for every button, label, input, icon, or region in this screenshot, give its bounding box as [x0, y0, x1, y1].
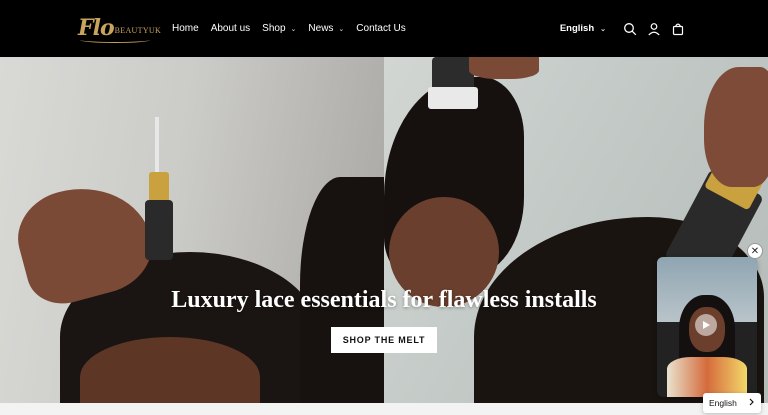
chevron-right-icon	[748, 398, 755, 408]
next-section-edge	[0, 403, 768, 415]
search-icon[interactable]	[618, 17, 642, 41]
floating-video-player[interactable]	[657, 257, 757, 397]
nav-home-label: Home	[172, 23, 199, 34]
close-icon[interactable]: ✕	[747, 243, 763, 259]
language-dropdown[interactable]: English ⌄	[560, 23, 606, 34]
main-nav: Home About us Shop ⌄ News ⌄ Contact Us	[172, 0, 412, 57]
hero-image-left	[0, 57, 390, 403]
bottle-cap-shape	[428, 87, 478, 109]
account-icon[interactable]	[642, 17, 666, 41]
hand-shape	[704, 67, 768, 187]
shop-the-melt-button[interactable]: SHOP THE MELT	[331, 327, 437, 353]
hero-title: Luxury lace essentials for flawless inst…	[171, 287, 597, 313]
logo-swoosh	[80, 37, 150, 43]
video-clothing-shape	[667, 357, 747, 397]
language-selector[interactable]: English	[703, 393, 761, 413]
header-actions: English ⌄	[560, 0, 690, 57]
nav-news-label: News	[308, 23, 334, 34]
bottle-shape	[145, 200, 173, 260]
site-header: Flo BEAUTYUK Home About us Shop ⌄ News ⌄ C…	[0, 0, 768, 57]
nav-contact-label: Contact Us	[356, 23, 406, 34]
cart-icon[interactable]	[666, 17, 690, 41]
nav-contact-us[interactable]: Contact Us	[350, 19, 411, 39]
language-selector-label: English	[709, 398, 737, 408]
nav-shop[interactable]: Shop ⌄	[256, 19, 302, 39]
dropper-shape	[155, 117, 159, 172]
nav-home[interactable]: Home	[172, 19, 205, 39]
hand-shape	[469, 57, 539, 79]
brand-logo[interactable]: Flo BEAUTYUK	[78, 13, 161, 43]
chevron-down-icon: ⌄	[600, 25, 606, 33]
nav-news[interactable]: News ⌄	[302, 19, 350, 39]
nav-about-us[interactable]: About us	[205, 19, 256, 39]
chevron-down-icon: ⌄	[290, 25, 297, 33]
bottle-cap-shape	[149, 172, 169, 202]
logo-subtext: BEAUTYUK	[114, 25, 162, 35]
language-label: English	[559, 23, 595, 34]
chevron-down-icon: ⌄	[338, 25, 345, 33]
play-icon[interactable]	[695, 314, 717, 336]
nav-shop-label: Shop	[262, 23, 286, 34]
nav-about-label: About us	[210, 23, 251, 34]
hero-banner: Luxury lace essentials for flawless inst…	[0, 57, 768, 403]
